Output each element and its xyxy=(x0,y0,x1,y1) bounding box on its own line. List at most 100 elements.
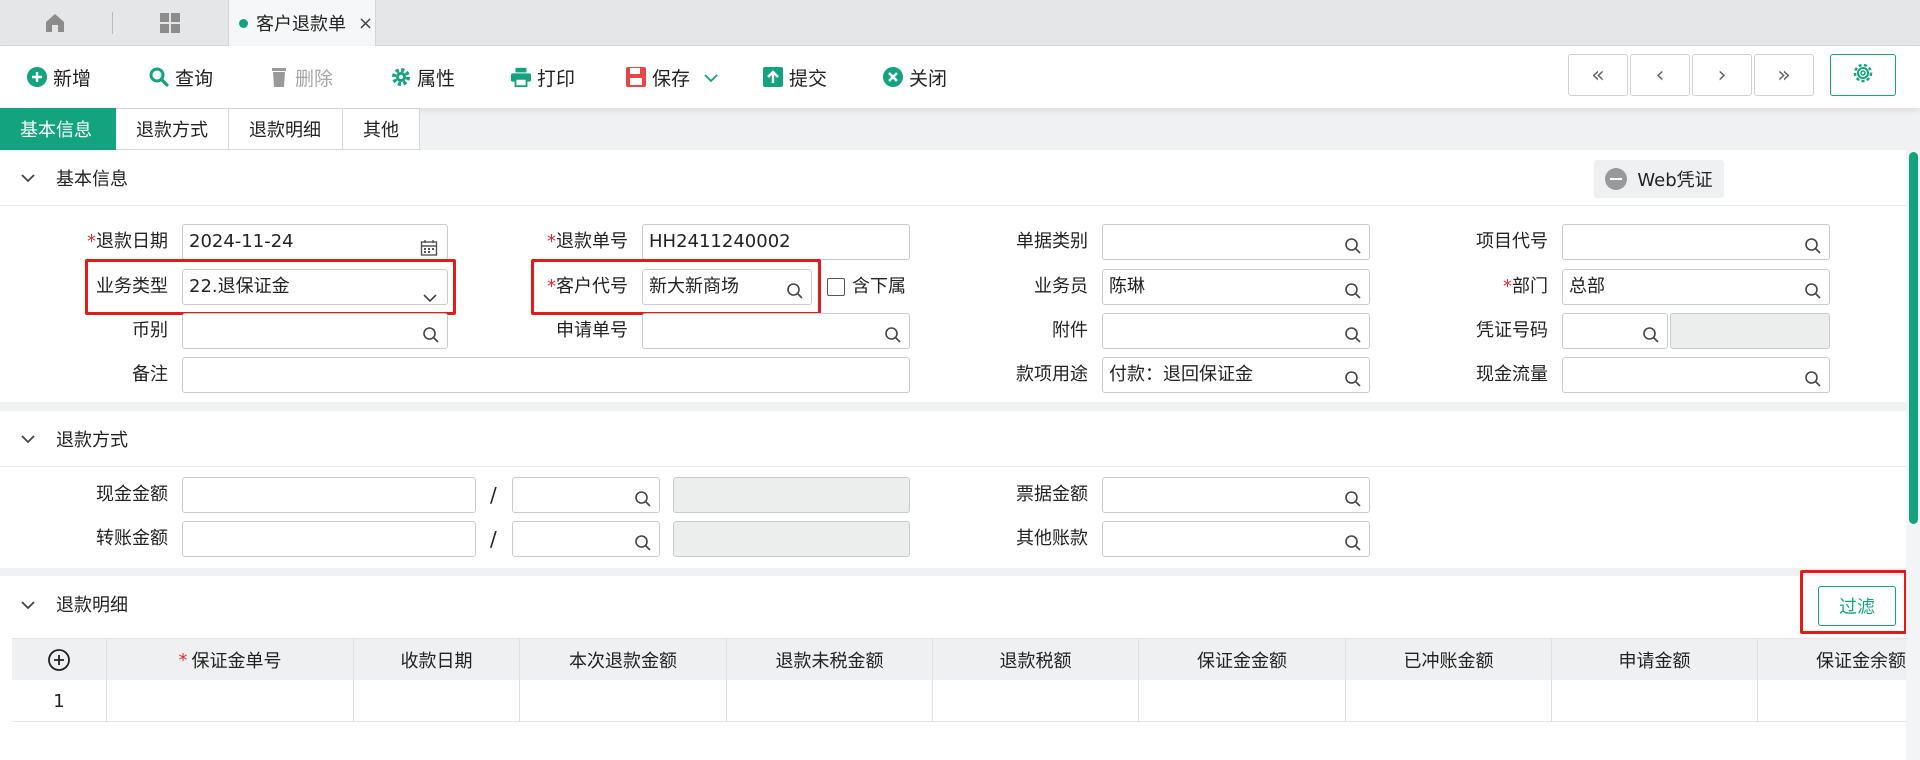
col-receipt-date[interactable]: 收款日期 xyxy=(354,639,520,681)
refund-detail-panel: 退款明细 过滤 * 保证金单号 收款日期 本次退款金额 退款未税金额 退款税额 保… xyxy=(0,570,1907,760)
purpose-label: 款项用途 xyxy=(1016,364,1088,385)
cell-receipt-date[interactable] xyxy=(354,680,520,722)
new-label: 新增 xyxy=(53,67,92,90)
cell-deposit-amount[interactable] xyxy=(1139,680,1346,722)
toolbar: 新增 查询 删除 属性 打印 保存 提交 关闭 « ‹ › » xyxy=(0,46,1920,108)
cash-flow-label: 现金流量 xyxy=(1476,364,1548,385)
search-icon[interactable] xyxy=(1804,366,1822,387)
bill-amount-field[interactable] xyxy=(1102,477,1370,513)
include-sub-checkbox[interactable] xyxy=(827,278,845,296)
save-button[interactable]: 保存 xyxy=(625,62,718,92)
query-label: 查询 xyxy=(175,67,214,90)
delete-button[interactable]: 删除 xyxy=(268,62,333,92)
close-button[interactable]: 关闭 xyxy=(882,62,947,92)
department-field[interactable]: 总部 xyxy=(1562,269,1830,305)
search-icon[interactable] xyxy=(1344,366,1362,387)
tab-refund-detail[interactable]: 退款明细 xyxy=(229,108,343,150)
cell-refund-amount[interactable] xyxy=(520,680,727,722)
cash-amount-field[interactable] xyxy=(182,477,476,513)
search-icon[interactable] xyxy=(422,322,440,343)
doc-type-label: 单据类别 xyxy=(1016,231,1088,252)
chevron-down-icon[interactable] xyxy=(20,428,40,449)
cell-refund-untaxed[interactable] xyxy=(727,680,933,722)
search-icon[interactable] xyxy=(634,530,652,551)
calendar-icon[interactable] xyxy=(420,235,438,256)
salesman-label: 业务员 xyxy=(1034,276,1088,297)
search-icon[interactable] xyxy=(1344,486,1362,507)
separator-slash: / xyxy=(490,527,497,551)
cell-offset-amount[interactable] xyxy=(1346,680,1552,722)
properties-button[interactable]: 属性 xyxy=(390,62,455,92)
search-icon[interactable] xyxy=(1344,322,1362,343)
col-refund-untaxed[interactable]: 退款未税金额 xyxy=(727,639,933,681)
cell-apply-amount[interactable] xyxy=(1552,680,1758,722)
prev-record-button[interactable]: ‹ xyxy=(1630,54,1690,96)
purpose-field[interactable]: 付款：退回保证金 xyxy=(1102,357,1370,393)
voucher-no-field[interactable] xyxy=(1562,313,1668,349)
table-row[interactable]: 1 xyxy=(12,680,1906,722)
doc-type-field[interactable] xyxy=(1102,224,1370,260)
first-record-button[interactable]: « xyxy=(1568,54,1628,96)
transfer-amount-field[interactable] xyxy=(182,521,476,557)
cell-refund-tax[interactable] xyxy=(933,680,1139,722)
tab-other[interactable]: 其他 xyxy=(343,108,420,150)
attachment-field[interactable] xyxy=(1102,313,1370,349)
home-icon[interactable] xyxy=(40,8,70,38)
section-tabs: 基本信息 退款方式 退款明细 其他 xyxy=(0,108,420,150)
transfer-currency-field[interactable] xyxy=(512,521,660,557)
new-button[interactable]: 新增 xyxy=(26,62,91,92)
apply-no-field[interactable] xyxy=(642,313,910,349)
cell-deposit-balance[interactable] xyxy=(1758,680,1906,722)
other-account-field[interactable] xyxy=(1102,521,1370,557)
tab-basic-info[interactable]: 基本信息 xyxy=(0,108,116,150)
tab-customer-refund[interactable]: 客户退款单 × xyxy=(228,0,376,46)
col-deposit-no[interactable]: * 保证金单号 xyxy=(107,639,354,681)
vertical-scrollbar-thumb[interactable] xyxy=(1909,152,1918,524)
col-deposit-amount[interactable]: 保证金金额 xyxy=(1139,639,1346,681)
print-label: 打印 xyxy=(537,67,576,90)
chevron-down-icon[interactable] xyxy=(20,594,40,615)
refund-detail-header[interactable]: 退款明细 xyxy=(0,576,1906,632)
section-title: 退款方式 xyxy=(56,429,128,451)
search-icon[interactable] xyxy=(634,486,652,507)
web-voucher-button[interactable]: Web凭证 xyxy=(1594,160,1724,198)
grid-icon[interactable] xyxy=(155,8,185,38)
close-tab-icon[interactable]: × xyxy=(358,13,373,34)
currency-field[interactable] xyxy=(182,313,448,349)
query-button[interactable]: 查询 xyxy=(148,62,213,92)
col-offset-amount[interactable]: 已冲账金额 xyxy=(1346,639,1552,681)
search-icon[interactable] xyxy=(1344,278,1362,299)
remark-field[interactable] xyxy=(182,357,910,393)
submit-label: 提交 xyxy=(789,67,828,90)
last-record-button[interactable]: » xyxy=(1754,54,1814,96)
search-icon[interactable] xyxy=(1344,233,1362,254)
refund-method-header[interactable]: 退款方式 xyxy=(0,411,1906,467)
cell-deposit-no[interactable] xyxy=(107,680,354,722)
chevron-down-icon[interactable] xyxy=(704,66,718,88)
col-refund-amount[interactable]: 本次退款金额 xyxy=(520,639,727,681)
search-icon[interactable] xyxy=(1642,322,1660,343)
cash-currency-field[interactable] xyxy=(512,477,660,513)
add-row-icon[interactable] xyxy=(12,639,107,681)
settings-button[interactable] xyxy=(1830,54,1896,96)
refund-date-field[interactable]: 2024-11-24 xyxy=(182,224,448,260)
chevron-down-icon[interactable] xyxy=(20,167,40,188)
search-icon[interactable] xyxy=(1804,233,1822,254)
col-deposit-balance[interactable]: 保证金余额 xyxy=(1758,639,1906,681)
submit-button[interactable]: 提交 xyxy=(762,62,827,92)
col-apply-amount[interactable]: 申请金额 xyxy=(1552,639,1758,681)
salesman-field[interactable]: 陈琳 xyxy=(1102,269,1370,305)
basic-info-panel: 基本信息 Web凭证 *退款日期 2024-11-24 *退款单号 HH2411… xyxy=(0,150,1906,402)
print-button[interactable]: 打印 xyxy=(510,62,575,92)
refund-no-field[interactable]: HH2411240002 xyxy=(642,224,910,260)
project-code-field[interactable] xyxy=(1562,224,1830,260)
next-record-button[interactable]: › xyxy=(1692,54,1752,96)
search-icon[interactable] xyxy=(1804,278,1822,299)
tab-refund-method[interactable]: 退款方式 xyxy=(116,108,229,150)
search-icon[interactable] xyxy=(884,322,902,343)
cash-amount-label: 现金金额 xyxy=(96,484,168,505)
col-refund-tax[interactable]: 退款税额 xyxy=(933,639,1139,681)
section-title: 基本信息 xyxy=(56,168,128,190)
cash-flow-field[interactable] xyxy=(1562,357,1830,393)
search-icon[interactable] xyxy=(1344,530,1362,551)
